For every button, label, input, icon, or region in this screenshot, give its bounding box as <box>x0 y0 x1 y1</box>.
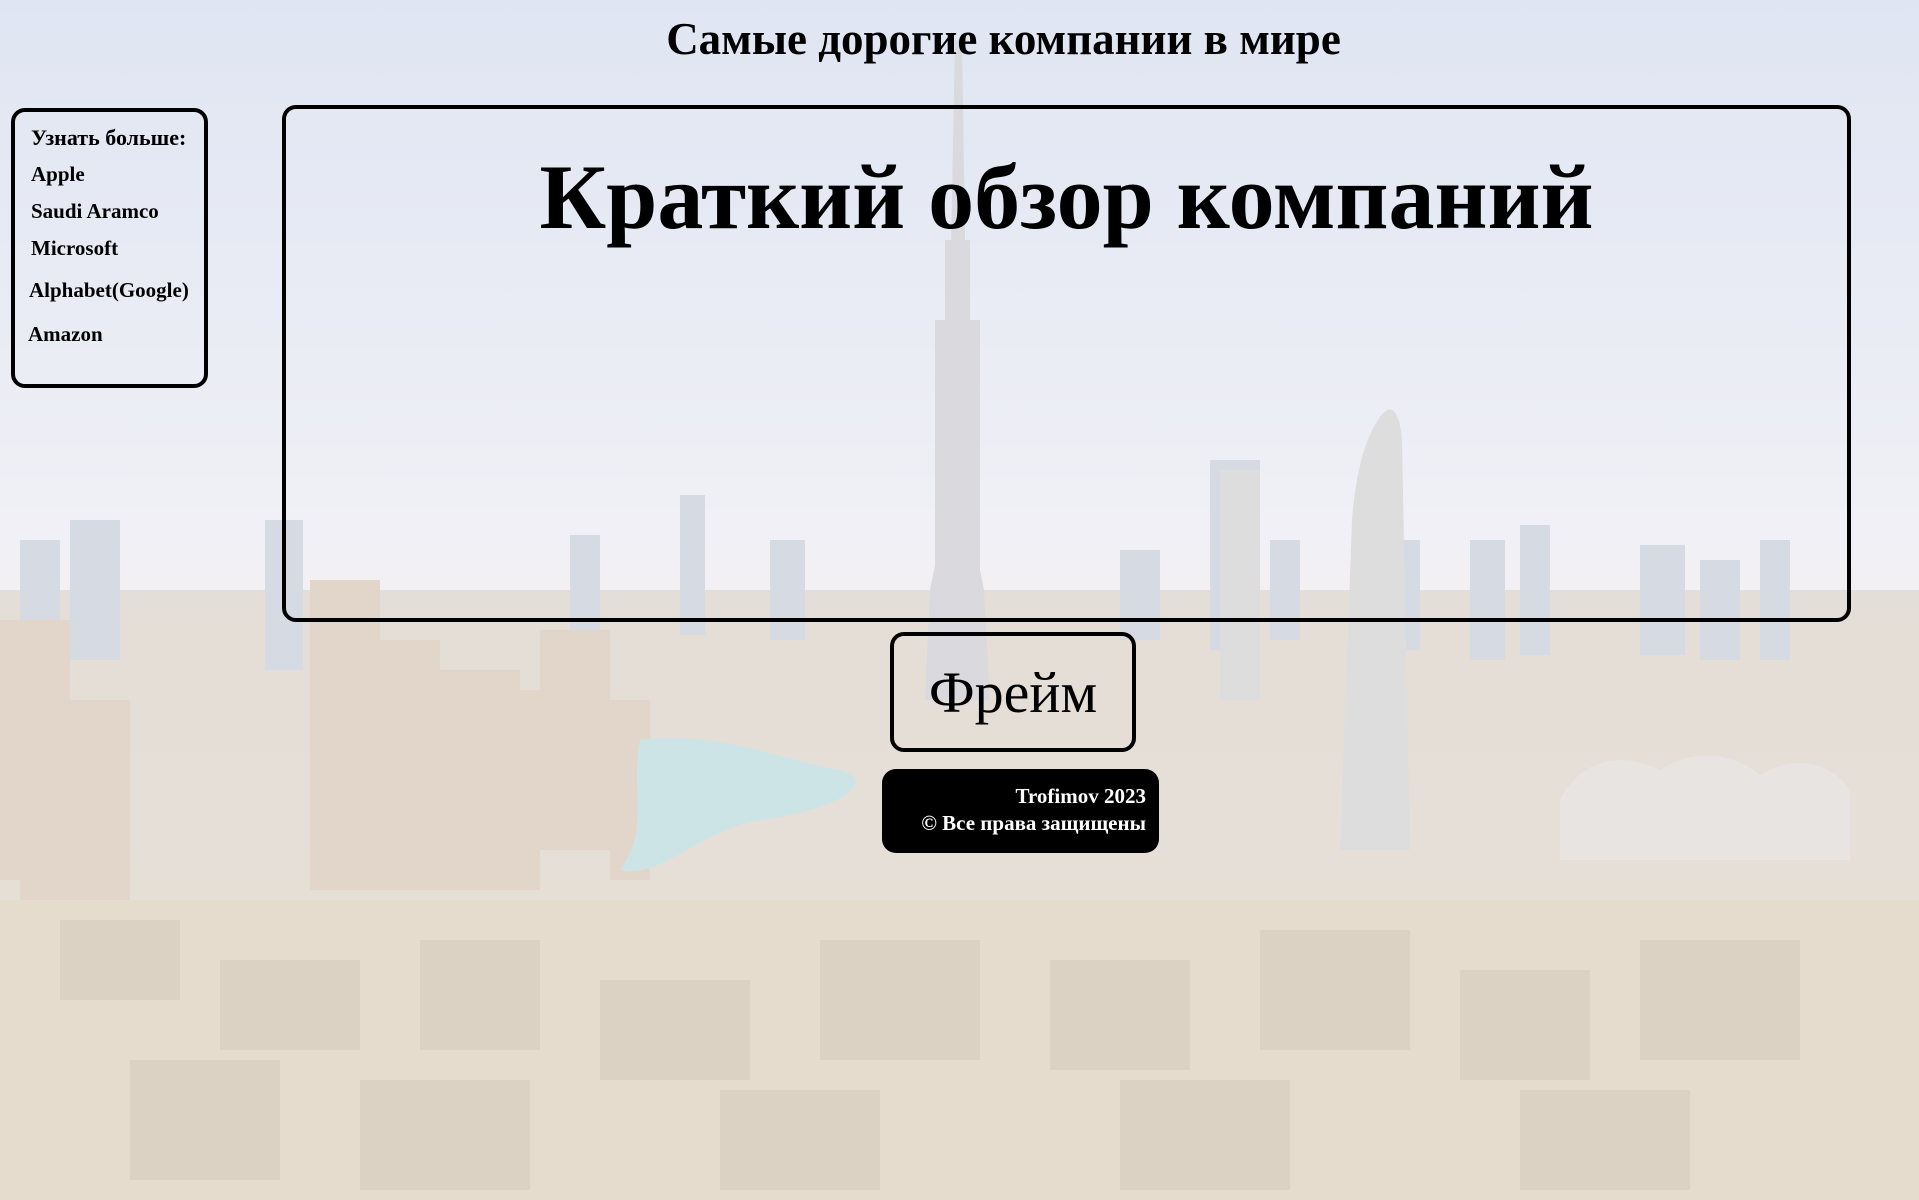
sidebar-nav: Узнать больше: Apple Saudi Aramco Micros… <box>11 108 208 388</box>
main-heading: Краткий обзор компаний <box>539 146 1594 248</box>
footer-copyright: © Все права защищены <box>921 811 1146 835</box>
sidebar-link-apple[interactable]: Apple <box>31 162 204 186</box>
frame-button[interactable]: Фрейм <box>890 632 1136 752</box>
sidebar-heading: Узнать больше: <box>31 125 187 150</box>
page-title: Самые дорогие компании в мире <box>666 14 1341 64</box>
sidebar-link-microsoft[interactable]: Microsoft <box>31 236 204 260</box>
sidebar-link-amazon[interactable]: Amazon <box>28 322 204 346</box>
main-content-frame: Краткий обзор компаний <box>282 105 1851 622</box>
footer: Trofimov 2023 © Все права защищены <box>882 769 1159 853</box>
sidebar-link-alphabet[interactable]: Alphabet(Google) <box>29 278 204 302</box>
sidebar-link-saudi-aramco[interactable]: Saudi Aramco <box>31 199 204 223</box>
footer-author: Trofimov 2023 <box>1015 784 1146 808</box>
